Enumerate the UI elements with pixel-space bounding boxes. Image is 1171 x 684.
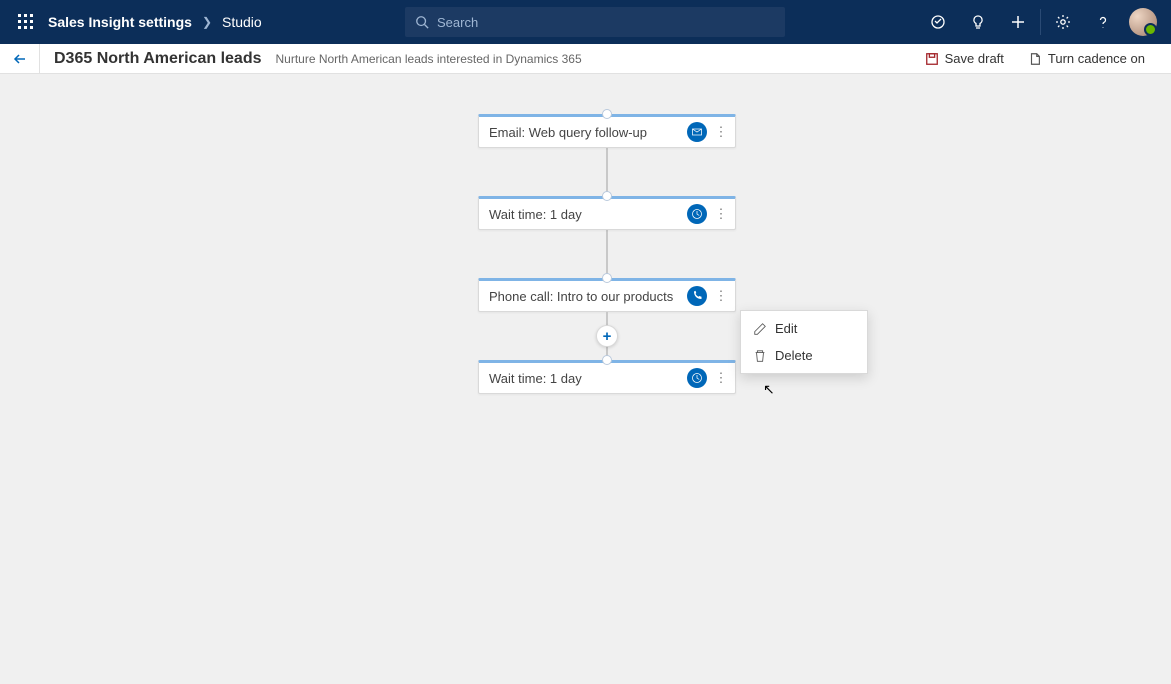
save-draft-label: Save draft <box>945 51 1004 66</box>
node-label: Wait time: 1 day <box>489 207 582 222</box>
top-right-actions <box>918 0 1167 44</box>
gear-icon <box>1055 14 1071 30</box>
node-phone[interactable]: Phone call: Intro to our products ⋮ <box>478 278 736 312</box>
context-menu-delete[interactable]: Delete <box>741 342 867 369</box>
turn-cadence-on-label: Turn cadence on <box>1048 51 1145 66</box>
connector <box>606 148 608 196</box>
page-title: D365 North American leads <box>54 50 261 68</box>
node-menu-button[interactable]: ⋮ <box>713 120 729 144</box>
question-icon <box>1095 14 1111 30</box>
clock-icon <box>687 368 707 388</box>
top-bar: Sales Insight settings ❯ Studio <box>0 0 1171 44</box>
avatar[interactable] <box>1129 8 1157 36</box>
save-icon <box>925 52 939 66</box>
back-button[interactable] <box>0 44 40 74</box>
node-menu-button[interactable]: ⋮ <box>713 366 729 390</box>
search-box[interactable] <box>405 7 785 37</box>
help-button[interactable] <box>1083 0 1123 44</box>
node-port[interactable] <box>602 191 612 201</box>
assistant-button[interactable] <box>918 0 958 44</box>
node-port[interactable] <box>602 355 612 365</box>
node-email[interactable]: Email: Web query follow-up ⋮ <box>478 114 736 148</box>
lightbulb-icon <box>970 14 986 30</box>
context-menu-delete-label: Delete <box>775 348 813 363</box>
node-menu-button[interactable]: ⋮ <box>713 284 729 308</box>
node-port[interactable] <box>602 109 612 119</box>
node-wait-1[interactable]: Wait time: 1 day ⋮ <box>478 196 736 230</box>
plus-icon <box>1010 14 1026 30</box>
search-input[interactable] <box>437 15 775 30</box>
connector: + <box>606 312 608 360</box>
context-menu: Edit Delete <box>740 310 868 374</box>
breadcrumb: Sales Insight settings ❯ Studio <box>48 14 262 30</box>
breadcrumb-level2[interactable]: Studio <box>222 14 262 30</box>
chevron-right-icon: ❯ <box>202 15 212 29</box>
node-label: Email: Web query follow-up <box>489 125 647 140</box>
node-menu-button[interactable]: ⋮ <box>713 202 729 226</box>
add-button[interactable] <box>998 0 1038 44</box>
trash-icon <box>753 349 767 363</box>
document-icon <box>1028 52 1042 66</box>
arrow-left-icon <box>12 51 28 67</box>
email-icon <box>687 122 707 142</box>
breadcrumb-level1[interactable]: Sales Insight settings <box>48 14 192 30</box>
node-wait-2[interactable]: Wait time: 1 day ⋮ <box>478 360 736 394</box>
waffle-icon <box>18 14 34 30</box>
turn-cadence-on-button[interactable]: Turn cadence on <box>1028 51 1145 66</box>
divider <box>1040 9 1041 35</box>
phone-icon <box>687 286 707 306</box>
flow-canvas[interactable]: Email: Web query follow-up ⋮ Wait time: … <box>0 74 1171 684</box>
add-step-button[interactable]: + <box>596 325 618 347</box>
app-launcher-button[interactable] <box>4 0 48 44</box>
save-draft-button[interactable]: Save draft <box>925 51 1004 66</box>
pencil-icon <box>753 322 767 336</box>
page-description: Nurture North American leads interested … <box>275 52 581 66</box>
node-label: Phone call: Intro to our products <box>489 289 673 304</box>
flow-column: Email: Web query follow-up ⋮ Wait time: … <box>478 114 736 394</box>
sub-bar: D365 North American leads Nurture North … <box>0 44 1171 74</box>
context-menu-edit[interactable]: Edit <box>741 315 867 342</box>
node-port[interactable] <box>602 273 612 283</box>
target-icon <box>930 14 946 30</box>
lightbulb-button[interactable] <box>958 0 998 44</box>
node-label: Wait time: 1 day <box>489 371 582 386</box>
cursor-glyph: ↖ <box>763 381 775 398</box>
clock-icon <box>687 204 707 224</box>
search-icon <box>415 15 429 29</box>
settings-button[interactable] <box>1043 0 1083 44</box>
connector <box>606 230 608 278</box>
context-menu-edit-label: Edit <box>775 321 797 336</box>
